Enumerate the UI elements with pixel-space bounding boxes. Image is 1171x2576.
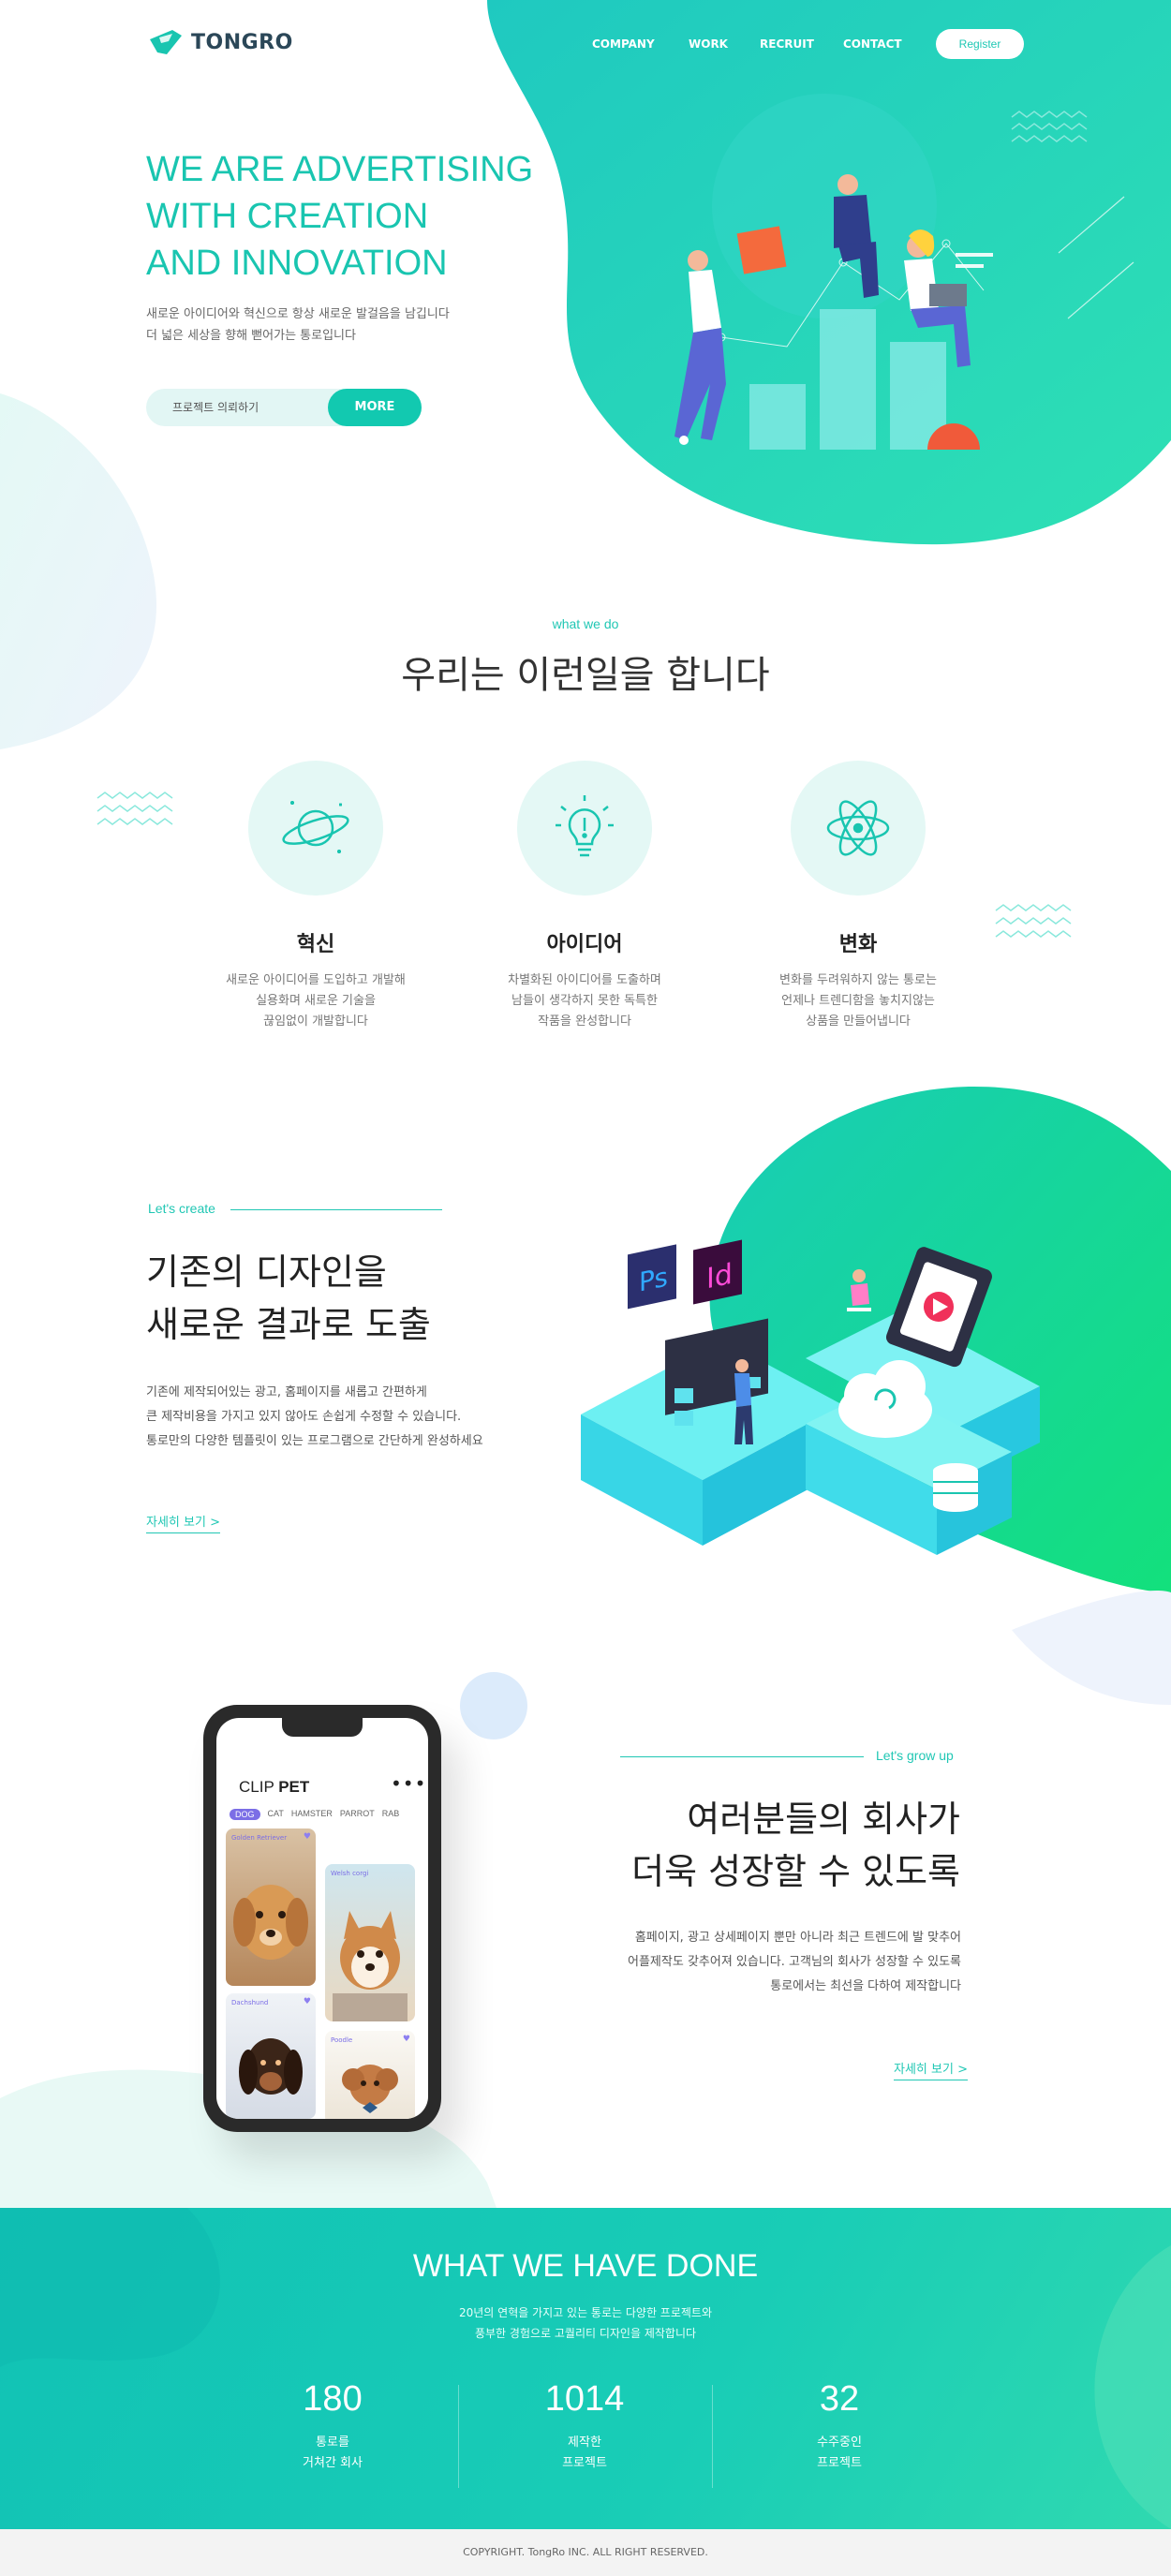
pet-card[interactable]: Poodle ♥ [325,2031,415,2119]
app-title: CLIP PET [239,1778,310,1796]
logo[interactable]: TONGRO [148,26,293,58]
planet-icon [248,761,383,896]
feature-innovation: 혁신 새로운 아이디어를 도입하고 개발해 실용화며 새로운 기술을 끊임없이 … [175,761,456,1032]
stat-label: 통로를 거쳐간 회사 [303,2435,363,2470]
svg-text:Ps: Ps [639,1262,668,1298]
stat-number: 32 [819,2379,860,2419]
tab-hamster[interactable]: HAMSTER [291,1809,333,1820]
stat-number: 1014 [544,2379,625,2419]
feature-idea: 아이디어 차별화된 아이디어를 도출하며 남들이 생각하지 못한 독특한 작품을… [444,761,725,1032]
tab-parrot[interactable]: PARROT [340,1809,375,1820]
welsh-corgi-image [333,1911,408,2021]
svg-text:Id: Id [706,1258,733,1296]
project-request-text[interactable]: 프로젝트 의뢰하기 [172,399,259,415]
tab-cat[interactable]: CAT [268,1809,284,1820]
more-button[interactable]: MORE [328,389,422,426]
heart-icon[interactable]: ♥ [304,1832,311,1842]
feature-title: 아이디어 [546,933,623,956]
hero-title: WE ARE ADVERTISING WITH CREATION AND INN… [146,150,534,283]
lets-create-label: Let's create [148,1201,215,1216]
feature-title: 변화 [838,933,878,956]
hero-illustration [674,174,993,450]
create-title: 기존의 디자인을 새로운 결과로 도출 [146,1251,431,1345]
create-more-link[interactable]: 자세히 보기 > [146,1512,220,1533]
stat-divider [712,2385,713,2488]
phone-notch [282,1718,363,1737]
feature-change: 변화 변화를 두려워하지 않는 통로는 언제나 트렌디함을 놓치지않는 상품을 … [718,761,999,1032]
tab-rabbit[interactable]: RAB [382,1809,400,1820]
footer-copyright: COPYRIGHT. TongRo INC. ALL RIGHT RESERVE… [0,2529,1171,2576]
nav-recruit[interactable]: RECRUIT [760,37,814,51]
grow-title: 여러분들의 회사가 더욱 성장할 수 있도록 [631,1799,960,1892]
more-menu-icon[interactable]: ••• [391,1772,426,1795]
grow-description: 홈페이지, 광고 상세페이지 뿐만 아니라 최근 트렌드에 발 맞추어 어플제작… [628,1931,961,1993]
lightbulb-icon [517,761,652,896]
dachshund-image [239,2038,303,2095]
tab-dog[interactable]: DOG [230,1809,260,1820]
golden-retriever-image [233,1885,308,1960]
phone-mockup: CLIP PET ••• DOG CAT HAMSTER PARROT RAB … [203,1705,441,2132]
stat-label: 수주중인 프로젝트 [817,2435,862,2470]
feature-description: 차별화된 아이디어를 도출하며 남들이 생각하지 못한 독특한 작품을 완성합니… [508,973,661,1029]
stat-label: 제작한 프로젝트 [562,2435,607,2470]
hero-description: 새로운 아이디어와 혁신으로 항상 새로운 발걸음을 남깁니다 더 넓은 세상을… [146,307,450,343]
heart-icon[interactable]: ♥ [304,1997,311,2006]
heart-icon[interactable]: ♥ [403,2035,410,2044]
pet-card[interactable]: Golden Retriever ♥ [226,1828,316,1986]
phone-screen: CLIP PET ••• DOG CAT HAMSTER PARROT RAB … [216,1718,428,2119]
stats-description: 20년의 연혁을 가지고 있는 통로는 다양한 프로젝트와 풍부한 경험으로 고… [459,2306,712,2340]
divider-line [620,1756,864,1757]
pet-card[interactable]: Welsh corgi [325,1864,415,2021]
create-description: 기존에 제작되어있는 광고, 홈페이지를 새롭고 간편하게 큰 제작비용을 가지… [146,1385,483,1448]
stat-projects-made: 1014 제작한 프로젝트 [491,2379,678,2474]
feature-description: 변화를 두려워하지 않는 통로는 언제나 트렌디함을 놓치지않는 상품을 만들어… [779,973,937,1029]
logo-icon [150,30,182,54]
lets-grow-label: Let's grow up [876,1748,954,1763]
nav-contact[interactable]: CONTACT [843,37,902,51]
what-we-do-label: what we do [552,616,619,631]
nav-work[interactable]: WORK [689,37,728,51]
logo-text: TONGRO [191,30,293,54]
stat-projects-ongoing: 32 수주중인 프로젝트 [746,2379,933,2474]
divider-line [230,1209,442,1210]
feature-title: 혁신 [296,933,335,956]
stat-companies: 180 통로를 거쳐간 회사 [239,2379,426,2474]
stat-divider [458,2385,459,2488]
what-we-do-title: 우리는 이런일을 합니다 [401,654,770,697]
nav-company[interactable]: COMPANY [592,37,655,51]
register-button[interactable]: Register [936,29,1024,59]
stats-title: WHAT WE HAVE DONE [412,2248,759,2284]
grow-more-link[interactable]: 자세히 보기 > [894,2059,968,2080]
stat-number: 180 [303,2379,363,2419]
app-tabs: DOG CAT HAMSTER PARROT RAB [230,1809,399,1820]
atom-icon [791,761,926,896]
pet-card[interactable]: Dachshund ♥ [226,1993,316,2119]
isometric-illustration: Ps Id [581,1239,1040,1555]
feature-description: 새로운 아이디어를 도입하고 개발해 실용화며 새로운 기술을 끊임없이 개발합… [226,973,406,1029]
poodle-image [342,2065,398,2113]
